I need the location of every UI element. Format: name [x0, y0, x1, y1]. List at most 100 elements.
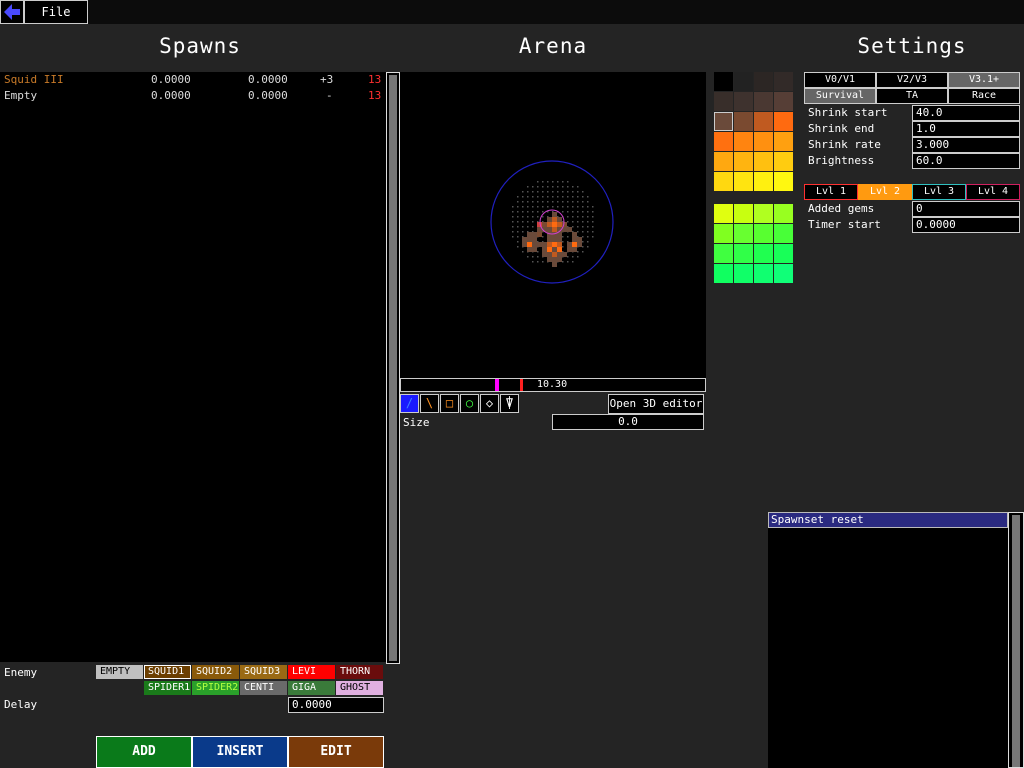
rectangle-tool-icon[interactable]: □	[440, 394, 459, 413]
back-button[interactable]	[0, 0, 24, 24]
palette-color-swatch[interactable]	[734, 152, 753, 171]
version-button-0[interactable]: V0/V1	[804, 72, 876, 88]
timeline-marker[interactable]	[495, 379, 499, 391]
palette-color-swatch[interactable]	[714, 92, 733, 111]
bucket-tool-icon[interactable]: ⍒	[500, 394, 519, 413]
palette-color-swatch[interactable]	[734, 132, 753, 151]
palette-color-swatch[interactable]	[774, 132, 793, 151]
spawn-gems: +3	[320, 73, 334, 86]
enemy-button-levi[interactable]: LEVI	[288, 665, 335, 679]
palette-color-swatch[interactable]	[714, 172, 733, 191]
palette-color-swatch[interactable]	[714, 132, 733, 151]
spawn-row[interactable]: Empty 0.0000 0.0000 - 13	[0, 88, 386, 104]
mode-button-ta[interactable]: TA	[876, 88, 948, 104]
palette-color-swatch[interactable]	[774, 152, 793, 171]
palette-color-swatch[interactable]	[774, 172, 793, 191]
palette-color-swatch[interactable]	[714, 72, 733, 91]
palette-color-swatch[interactable]	[754, 92, 773, 111]
shrink-marker	[520, 379, 523, 391]
palette-color-swatch[interactable]	[774, 244, 793, 263]
spawn-total-gems: 13	[368, 89, 382, 102]
edit-button[interactable]: EDIT	[288, 736, 384, 768]
spawns-scrollbar[interactable]	[386, 72, 400, 664]
enemy-button-empty[interactable]: EMPTY	[96, 665, 143, 679]
palette-color-swatch[interactable]	[754, 204, 773, 223]
enemy-button-thorn[interactable]: THORN	[336, 665, 383, 679]
palette-color-swatch[interactable]	[734, 112, 753, 131]
palette-color-swatch[interactable]	[734, 92, 753, 111]
history-scrollbar[interactable]	[1008, 512, 1024, 768]
enemy-button-squid2[interactable]: SQUID2	[192, 665, 239, 679]
enemy-button-squid1[interactable]: SQUID1	[144, 665, 191, 679]
history-scrollbar-thumb[interactable]	[1012, 515, 1020, 767]
palette-color-swatch[interactable]	[754, 112, 773, 131]
palette-color-swatch[interactable]	[754, 152, 773, 171]
open-3d-editor-button[interactable]: Open 3D editor	[608, 394, 704, 414]
palette-color-swatch[interactable]	[754, 132, 773, 151]
palette-color-swatch[interactable]	[734, 172, 753, 191]
history-list[interactable]: Spawnset reset	[768, 512, 1008, 768]
mode-button-survival[interactable]: Survival	[804, 88, 876, 104]
palette-color-swatch[interactable]	[734, 224, 753, 243]
palette-color-swatch[interactable]	[754, 224, 773, 243]
delay-label: Delay	[4, 698, 38, 711]
spawns-list[interactable]: Squid III 0.0000 0.0000 +3 13 Empty 0.00…	[0, 72, 386, 662]
palette-color-swatch[interactable]	[714, 224, 733, 243]
version-button-1[interactable]: V2/V3	[876, 72, 948, 88]
level-button-1[interactable]: Lvl 1	[804, 184, 858, 200]
setting-input[interactable]: 3.000	[912, 137, 1020, 153]
enemy-label: Enemy	[4, 666, 38, 679]
palette-color-swatch[interactable]	[734, 264, 753, 283]
palette-color-swatch[interactable]	[734, 204, 753, 223]
setting-input[interactable]: 40.0	[912, 105, 1020, 121]
enemy-button-giga[interactable]: GIGA	[288, 681, 335, 695]
size-slider[interactable]: 0.0	[552, 414, 704, 430]
ellipse-tool-icon[interactable]: ○	[460, 394, 479, 413]
timeline-slider[interactable]: 10.30	[400, 378, 706, 392]
palette-color-swatch[interactable]	[754, 172, 773, 191]
insert-button[interactable]: INSERT	[192, 736, 288, 768]
palette-color-swatch[interactable]	[714, 264, 733, 283]
palette-color-swatch[interactable]	[714, 112, 733, 131]
version-button-2[interactable]: V3.1+	[948, 72, 1020, 88]
level-button-4[interactable]: Lvl 4	[966, 184, 1020, 200]
enemy-button-spider2[interactable]: SPIDER2	[192, 681, 239, 695]
pencil-tool-icon[interactable]: /	[400, 394, 419, 413]
palette-color-swatch[interactable]	[714, 152, 733, 171]
palette-color-swatch[interactable]	[734, 72, 753, 91]
arena-canvas[interactable]	[400, 72, 706, 378]
history-item[interactable]: Spawnset reset	[768, 512, 1008, 528]
palette-color-swatch[interactable]	[734, 244, 753, 263]
palette-color-swatch[interactable]	[774, 112, 793, 131]
palette-color-swatch[interactable]	[714, 204, 733, 223]
setting-input[interactable]: 1.0	[912, 121, 1020, 137]
line-tool-icon[interactable]: \	[420, 394, 439, 413]
enemy-button-squid3[interactable]: SQUID3	[240, 665, 287, 679]
add-button[interactable]: ADD	[96, 736, 192, 768]
enemy-button-spider1[interactable]: SPIDER1	[144, 681, 191, 695]
spawn-gems: -	[326, 89, 333, 102]
palette-color-swatch[interactable]	[754, 264, 773, 283]
level-setting-input[interactable]: 0	[912, 201, 1020, 217]
level-setting-input[interactable]: 0.0000	[912, 217, 1020, 233]
palette-color-swatch[interactable]	[774, 92, 793, 111]
setting-input[interactable]: 60.0	[912, 153, 1020, 169]
palette-color-swatch[interactable]	[714, 244, 733, 263]
palette-color-swatch[interactable]	[754, 72, 773, 91]
dagger-tool-icon[interactable]: ◇	[480, 394, 499, 413]
enemy-button-centi[interactable]: CENTI	[240, 681, 287, 695]
spawns-scrollbar-thumb[interactable]	[389, 75, 397, 661]
enemy-button-ghost[interactable]: GHOST	[336, 681, 383, 695]
spawn-row[interactable]: Squid III 0.0000 0.0000 +3 13	[0, 72, 386, 88]
delay-input[interactable]: 0.0000	[288, 697, 384, 713]
mode-button-race[interactable]: Race	[948, 88, 1020, 104]
level-button-3[interactable]: Lvl 3	[912, 184, 966, 200]
palette-color-swatch[interactable]	[774, 204, 793, 223]
back-arrow-icon	[4, 4, 20, 20]
palette-color-swatch[interactable]	[774, 72, 793, 91]
palette-color-swatch[interactable]	[754, 244, 773, 263]
file-menu-button[interactable]: File	[24, 0, 88, 24]
palette-color-swatch[interactable]	[774, 224, 793, 243]
palette-color-swatch[interactable]	[774, 264, 793, 283]
level-button-2[interactable]: Lvl 2	[858, 184, 912, 200]
